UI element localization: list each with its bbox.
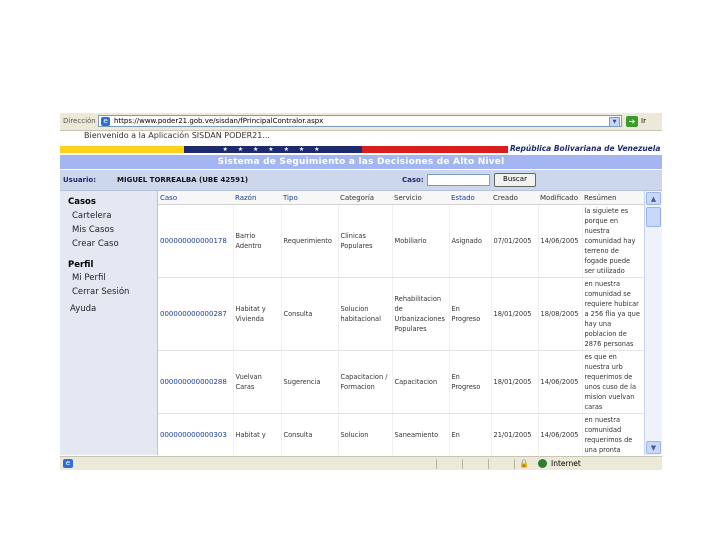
cell-caso[interactable]: 000000000000303 <box>158 413 234 455</box>
welcome-text: Bienvenido a la Aplicación SISDAN PODER2… <box>84 131 270 140</box>
address-input[interactable]: e https://www.poder21.gob.ve/sisdan/fPri… <box>98 115 622 127</box>
cell-categoria: Clinicas Populares <box>338 204 393 278</box>
cell-creado: 18/01/2005 <box>491 350 539 414</box>
system-title: Sistema de Seguimiento a las Decisiones … <box>60 155 662 169</box>
col-header-resumen: Resúmen <box>582 191 644 205</box>
user-label: Usuario: <box>63 176 97 184</box>
cell-servicio: Mobiliario <box>392 204 450 278</box>
user-name: MIGUEL TORREALBA (UBE 42591) <box>117 176 249 184</box>
sidebar-item-ayuda[interactable]: Ayuda <box>70 304 96 314</box>
cell-servicio: Rehabilitacion de Urbanizaciones Popular… <box>392 277 450 351</box>
search-button[interactable]: Buscar <box>494 173 536 187</box>
table-row[interactable]: 000000000000288 Vuelvan Caras Sugerencia… <box>158 350 644 414</box>
cell-modificado: 18/08/2005 <box>538 277 583 351</box>
cell-tipo: Requerimiento <box>281 204 339 278</box>
col-header-estado[interactable]: Estado <box>449 191 491 205</box>
sidebar-heading-casos: Casos <box>68 197 96 207</box>
country-name: República Bolivariana de Venezuela <box>510 144 661 153</box>
sidebar: Casos Cartelera Mis Casos Crear Caso Per… <box>60 191 158 455</box>
flag-stars: ★ ★ ★ ★ ★ ★ ★ <box>184 146 362 153</box>
col-header-creado: Creado <box>491 191 538 205</box>
cell-creado: 18/01/2005 <box>491 277 539 351</box>
cell-servicio: Saneamiento <box>392 413 450 455</box>
status-divider <box>488 459 489 469</box>
cell-razon: Habitat y <box>233 413 282 455</box>
sidebar-heading-perfil: Perfil <box>68 260 94 270</box>
scroll-up-icon[interactable]: ▲ <box>646 192 661 205</box>
cell-creado: 07/01/2005 <box>491 204 539 278</box>
case-search-input[interactable] <box>427 174 490 186</box>
cell-caso[interactable]: 000000000000287 <box>158 277 234 351</box>
col-header-razon[interactable]: Razón <box>233 191 281 205</box>
table-row[interactable]: 000000000000287 Habitat y Vivienda Consu… <box>158 277 644 351</box>
url-text[interactable]: https://www.poder21.gob.ve/sisdan/fPrinc… <box>114 117 323 125</box>
cell-categoria: Solucion <box>338 413 393 455</box>
cell-creado: 21/01/2005 <box>491 413 539 455</box>
browser-window: Dirección e https://www.poder21.gob.ve/s… <box>60 113 662 470</box>
col-header-tipo[interactable]: Tipo <box>281 191 338 205</box>
table-row[interactable]: 000000000000178 Barrio Adentro Requerimi… <box>158 204 644 278</box>
status-divider <box>462 459 463 469</box>
lock-icon: 🔒 <box>519 459 529 468</box>
cases-table-container: Caso Razón Tipo Categoría Servicio Estad… <box>158 191 644 455</box>
sidebar-item-mis-casos[interactable]: Mis Casos <box>72 225 114 235</box>
cell-estado: En Progreso <box>449 277 492 351</box>
cell-caso[interactable]: 000000000000178 <box>158 204 234 278</box>
go-button[interactable]: Ir <box>641 117 646 125</box>
flag-banner: ★ ★ ★ ★ ★ ★ ★ República Bolivariana de V… <box>60 144 662 153</box>
user-bar: Usuario: MIGUEL TORREALBA (UBE 42591) Ca… <box>60 170 662 191</box>
cell-modificado: 14/06/2005 <box>538 204 583 278</box>
cell-resumen: la siguiete es porque en nuestra comunid… <box>582 204 644 278</box>
scroll-down-icon[interactable]: ▼ <box>646 441 661 454</box>
cell-resumen: en nuestra comunidad se requiere hubicar… <box>582 277 644 351</box>
col-header-modificado: Modificado <box>538 191 582 205</box>
flag-red-stripe <box>362 146 508 153</box>
cell-modificado: 14/06/2005 <box>538 350 583 414</box>
address-label: Dirección <box>63 117 96 125</box>
table-header-row: Caso Razón Tipo Categoría Servicio Estad… <box>158 191 644 205</box>
scroll-thumb[interactable] <box>646 207 661 227</box>
cell-estado: En <box>449 413 492 455</box>
table-row[interactable]: 000000000000303 Habitat y Consulta Soluc… <box>158 413 644 455</box>
cell-razon: Habitat y Vivienda <box>233 277 282 351</box>
security-zone-label: Internet <box>551 459 581 468</box>
vertical-scrollbar[interactable]: ▲ ▼ <box>644 191 662 455</box>
cell-tipo: Sugerencia <box>281 350 339 414</box>
sidebar-item-mi-perfil[interactable]: Mi Perfil <box>72 273 106 283</box>
cases-table: Caso Razón Tipo Categoría Servicio Estad… <box>158 191 644 455</box>
cell-modificado: 14/06/2005 <box>538 413 583 455</box>
cell-categoria: Capacitacion / Formacion <box>338 350 393 414</box>
dropdown-icon[interactable]: ▼ <box>609 117 620 127</box>
ie-page-icon: e <box>101 117 110 126</box>
cell-resumen: en nuestra comunidad requerimos de una p… <box>582 413 644 455</box>
status-divider <box>436 459 437 469</box>
flag-yellow-stripe <box>60 146 184 153</box>
col-header-caso[interactable]: Caso <box>158 191 233 205</box>
case-label: Caso: <box>402 176 424 184</box>
cell-resumen: es que en nuestra urb requerimos de unos… <box>582 350 644 414</box>
cell-categoria: Solucion habitacional <box>338 277 393 351</box>
ie-page-icon: e <box>63 459 73 468</box>
status-divider <box>514 459 515 469</box>
col-header-categoria: Categoría <box>338 191 392 205</box>
cell-tipo: Consulta <box>281 413 339 455</box>
cell-estado: En Progreso <box>449 350 492 414</box>
cell-estado: Asignado <box>449 204 492 278</box>
cell-razon: Vuelvan Caras <box>233 350 282 414</box>
address-bar: Dirección e https://www.poder21.gob.ve/s… <box>60 113 662 131</box>
sidebar-item-cartelera[interactable]: Cartelera <box>72 211 112 221</box>
sidebar-item-cerrar-sesion[interactable]: Cerrar Sesión <box>72 287 129 297</box>
cell-caso[interactable]: 000000000000288 <box>158 350 234 414</box>
status-bar: e 🔒 Internet <box>60 456 662 470</box>
cell-tipo: Consulta <box>281 277 339 351</box>
globe-icon <box>538 459 547 468</box>
cell-servicio: Capacitacion <box>392 350 450 414</box>
go-arrow-icon[interactable]: ➔ <box>626 116 638 127</box>
cell-razon: Barrio Adentro <box>233 204 282 278</box>
sidebar-item-crear-caso[interactable]: Crear Caso <box>72 239 119 249</box>
col-header-servicio: Servicio <box>392 191 449 205</box>
